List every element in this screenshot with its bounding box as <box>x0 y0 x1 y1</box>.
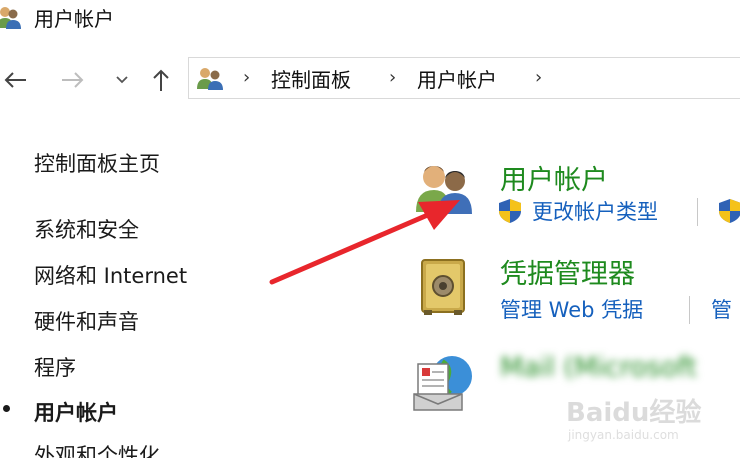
active-item-bullet <box>3 405 10 412</box>
recent-locations-button[interactable] <box>110 62 134 98</box>
arrow-left-icon <box>4 72 26 88</box>
sidebar-item-hardware-sound[interactable]: 硬件和声音 <box>34 306 139 336</box>
manage-web-credentials-link[interactable]: 管理 Web 凭据 <box>500 294 643 324</box>
back-button[interactable] <box>0 62 30 98</box>
sidebar-item-network-internet[interactable]: 网络和 Internet <box>34 260 187 290</box>
breadcrumb-separator[interactable]: › <box>243 67 250 88</box>
manage-windows-credentials-link[interactable]: 管 <box>711 294 732 324</box>
sidebar-item-user-accounts[interactable]: 用户帐户 <box>34 397 118 427</box>
user-accounts-icon[interactable] <box>414 160 478 214</box>
breadcrumb-separator[interactable]: › <box>389 67 396 88</box>
address-bar[interactable]: › 控制面板 › 用户帐户 › <box>188 57 740 99</box>
up-button[interactable] <box>146 62 176 98</box>
users-icon <box>0 7 21 29</box>
sidebar-item-programs[interactable]: 程序 <box>34 352 76 382</box>
uac-shield-icon <box>719 199 740 223</box>
category-title-credential-manager[interactable]: 凭据管理器 <box>500 252 635 291</box>
breadcrumb-user-accounts[interactable]: 用户帐户 <box>417 64 497 93</box>
arrow-right-icon <box>62 72 84 88</box>
credential-vault-icon[interactable] <box>418 256 468 316</box>
sidebar-item-system-security[interactable]: 系统和安全 <box>34 214 139 244</box>
category-title-mail[interactable]: Mail (Microsoft <box>500 352 697 383</box>
sidebar-item-appearance[interactable]: 外观和个性化 <box>34 440 160 458</box>
watermark-url: jingyan.baidu.com <box>568 428 679 442</box>
breadcrumb-separator[interactable]: › <box>535 67 542 88</box>
mail-icon[interactable] <box>412 350 476 414</box>
chevron-down-icon <box>116 76 128 84</box>
link-divider <box>697 198 698 226</box>
uac-shield-icon <box>499 199 521 223</box>
category-title-user-accounts[interactable]: 用户帐户 <box>500 158 608 197</box>
forward-button[interactable] <box>58 62 88 98</box>
link-divider <box>689 296 690 324</box>
users-icon <box>197 68 223 90</box>
watermark-logo: Baidu经验 <box>566 398 702 428</box>
window-title: 用户帐户 <box>34 7 114 31</box>
breadcrumb-control-panel[interactable]: 控制面板 <box>271 64 351 93</box>
arrow-up-icon <box>153 69 169 91</box>
change-account-type-link[interactable]: 更改帐户类型 <box>532 196 658 226</box>
baidu-watermark: Baidu经验 jingyan.baidu.com <box>566 392 736 450</box>
sidebar-item-control-panel-home[interactable]: 控制面板主页 <box>34 148 160 178</box>
title-bar: 用户帐户 <box>0 0 740 38</box>
